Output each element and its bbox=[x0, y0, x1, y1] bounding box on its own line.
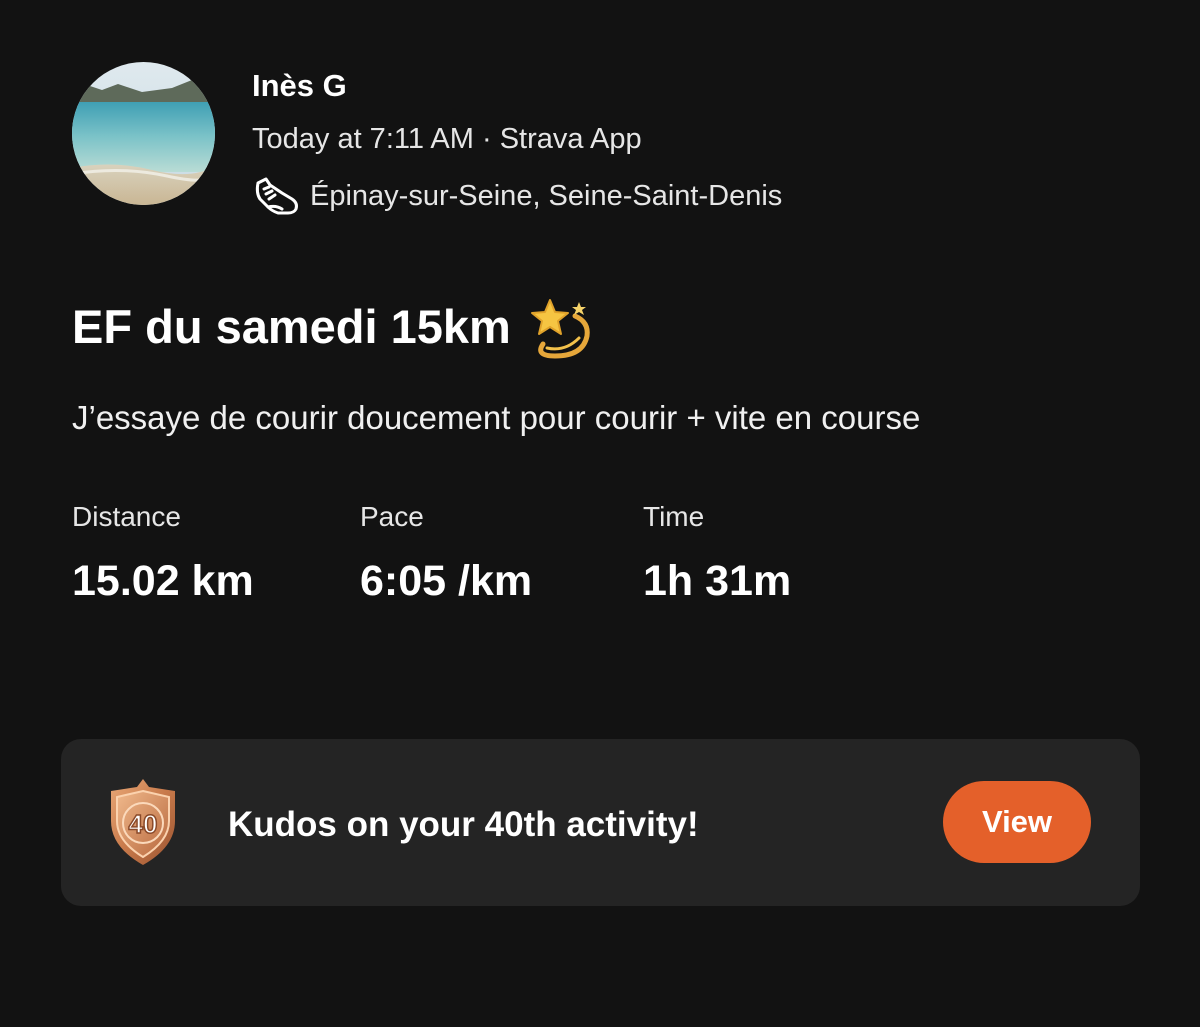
activity-location: Épinay-sur-Seine, Seine-Saint-Denis bbox=[310, 180, 783, 212]
avatar[interactable] bbox=[72, 62, 215, 205]
stat-distance: Distance 15.02 km bbox=[72, 498, 254, 606]
stat-label: Time bbox=[643, 501, 705, 532]
stat-label: Pace bbox=[360, 501, 424, 532]
location-row: Épinay-sur-Seine, Seine-Saint-Denis bbox=[252, 175, 782, 217]
activity-header: Inès G Today at 7:11 AM · Strava App Épi… bbox=[72, 62, 782, 217]
kudos-card: 40 Kudos on your 40th activity! View bbox=[61, 739, 1140, 906]
activity-description: J’essaye de courir doucement pour courir… bbox=[72, 399, 921, 436]
stat-value: 15.02 km bbox=[72, 557, 254, 605]
dizzy-star-emoji-icon bbox=[525, 292, 595, 362]
activity-timestamp: Today at 7:11 AM · Strava App bbox=[252, 123, 642, 155]
activity-title[interactable]: EF du samedi 15km bbox=[72, 292, 511, 362]
bronze-shield-badge-icon: 40 bbox=[105, 777, 181, 867]
running-shoe-icon bbox=[252, 175, 300, 217]
athlete-name[interactable]: Inès G bbox=[252, 66, 782, 106]
stat-value: 6:05 /km bbox=[360, 557, 533, 605]
badge-number: 40 bbox=[129, 809, 158, 839]
stat-label: Distance bbox=[72, 501, 181, 532]
activity-meta: Inès G Today at 7:11 AM · Strava App Épi… bbox=[252, 66, 782, 217]
kudos-message: Kudos on your 40th activity! bbox=[228, 805, 699, 844]
view-button[interactable]: View bbox=[943, 781, 1091, 863]
activity-title-row: EF du samedi 15km bbox=[72, 292, 595, 362]
stat-value: 1h 31m bbox=[643, 557, 792, 605]
stat-time: Time 1h 31m bbox=[643, 498, 791, 606]
stat-pace: Pace 6:05 /km bbox=[360, 498, 532, 606]
avatar-beach-photo bbox=[72, 62, 215, 205]
